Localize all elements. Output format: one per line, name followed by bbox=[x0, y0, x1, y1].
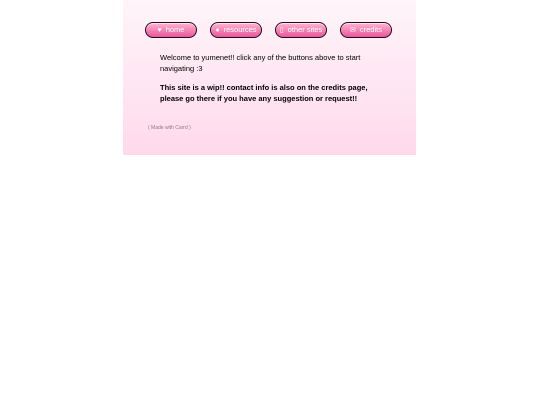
page-icon: ▯ bbox=[279, 27, 284, 34]
nav-bar: ♥ home ● resources ▯ other sites ✉ credits bbox=[145, 22, 393, 38]
heart-icon: ♥ bbox=[157, 27, 162, 34]
other-sites-button-label: other sites bbox=[287, 25, 323, 34]
other-sites-button[interactable]: ▯ other sites bbox=[275, 22, 327, 38]
made-with-carrd-link[interactable]: ( Made with Carrd ) bbox=[148, 125, 191, 131]
content-area: Welcome to yumenet!! click any of the bu… bbox=[160, 52, 380, 104]
main-panel: ♥ home ● resources ▯ other sites ✉ credits W… bbox=[123, 0, 416, 155]
home-button-label: home bbox=[165, 25, 185, 34]
chat-bubble-icon: ● bbox=[215, 27, 220, 34]
welcome-text: Welcome to yumenet!! click any of the bu… bbox=[160, 53, 361, 73]
resources-button-label: resources bbox=[223, 25, 257, 34]
envelope-icon: ✉ bbox=[350, 27, 356, 34]
wip-notice: This site is a wip!! contact info is als… bbox=[160, 83, 368, 103]
resources-button[interactable]: ● resources bbox=[210, 22, 262, 38]
home-button[interactable]: ♥ home bbox=[145, 22, 197, 38]
credits-button-label: credits bbox=[359, 25, 382, 34]
credits-button[interactable]: ✉ credits bbox=[340, 22, 392, 38]
